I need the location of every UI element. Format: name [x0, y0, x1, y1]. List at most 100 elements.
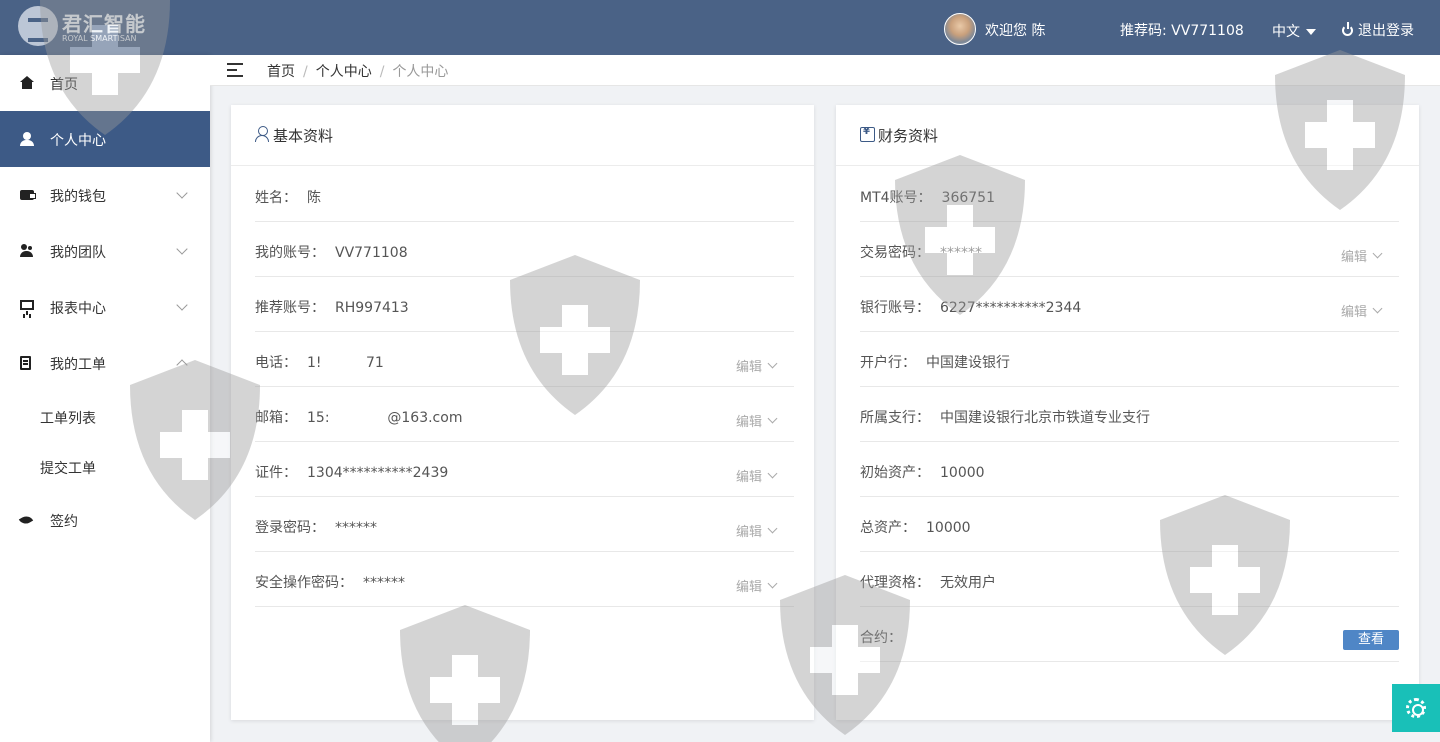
edit-label: 编辑: [735, 580, 762, 595]
sidebar-item-label: 我的工单: [50, 357, 106, 373]
caret-down-icon: [1306, 29, 1316, 35]
logo[interactable]: 君汇智能 ROYAL SMARTISAN: [18, 6, 168, 48]
card-title: 基本资料: [273, 127, 334, 145]
logo-icon: [18, 6, 58, 46]
field-label: 登录密码：: [255, 520, 325, 536]
gear-icon: [1406, 698, 1426, 718]
edit-label: 编辑: [735, 525, 762, 540]
user-icon: [20, 132, 34, 146]
edit-id-button[interactable]: 编辑: [736, 466, 778, 485]
card-header: 基本资料: [231, 105, 814, 166]
logout-button[interactable]: 退出登录: [1342, 20, 1414, 40]
sidebar-item-wallet[interactable]: 我的钱包: [0, 167, 210, 223]
field-label: 我的账号：: [255, 245, 325, 261]
chevron-down-icon: [1372, 303, 1383, 314]
logout-label: 退出登录: [1358, 23, 1414, 39]
field-label: 银行账号：: [860, 300, 930, 316]
avatar[interactable]: [944, 13, 976, 45]
finance-row-branch: 所属支行： 中国建设银行北京市铁道专业支行: [860, 387, 1399, 442]
info-row-security-password: 安全操作密码： ****** 编辑: [255, 552, 794, 607]
sidebar-item-label: 签约: [50, 514, 78, 530]
info-row-email: 邮箱： 15: @163.com 编辑: [255, 387, 794, 442]
field-label: 安全操作密码：: [255, 575, 353, 591]
logo-text: 君汇智能: [62, 12, 146, 36]
card-header: 财务资料: [836, 105, 1419, 166]
sidebar-item-label: 首页: [50, 77, 78, 93]
finance-row-agent-status: 代理资格： 无效用户: [860, 552, 1399, 607]
sidebar-item-label: 我的钱包: [50, 189, 106, 205]
sidebar-item-reports[interactable]: 报表中心: [0, 279, 210, 335]
field-label: 总资产：: [860, 520, 916, 536]
field-value: 6227**********2344: [940, 300, 1082, 316]
sidebar-subitem-ticket-list[interactable]: 工单列表: [40, 408, 96, 428]
field-label: 开户行：: [860, 355, 916, 371]
chevron-down-icon: [176, 187, 188, 199]
sidebar-subitem-submit-ticket[interactable]: 提交工单: [40, 458, 96, 478]
finance-row-mt4: MT4账号： 366751: [860, 167, 1399, 222]
edit-email-button[interactable]: 编辑: [735, 411, 778, 430]
sidebar-item-label: 我的团队: [50, 245, 106, 261]
finance-row-contract: 合约： 查看: [860, 607, 1399, 662]
edit-label: 编辑: [735, 360, 762, 375]
chevron-down-icon: [176, 299, 188, 311]
info-row-login-password: 登录密码： ****** 编辑: [255, 497, 794, 552]
field-value: 1304**********2439: [307, 465, 449, 481]
chevron-down-icon: [767, 523, 778, 534]
sidebar-item-profile[interactable]: 个人中心: [0, 111, 210, 167]
field-label: 邮箱：: [255, 410, 297, 426]
language-label: 中文: [1272, 24, 1300, 40]
finance-icon: [860, 126, 875, 142]
field-value: 10000: [940, 465, 985, 481]
breadcrumb-profile[interactable]: 个人中心: [316, 64, 372, 80]
leaf-icon: [18, 513, 34, 527]
wallet-icon: [20, 190, 36, 200]
basic-info-card: 基本资料 姓名： 陈 我的账号： VV771108 推荐账号： RH997413 电话…: [231, 105, 814, 720]
chevron-down-icon: [767, 578, 778, 589]
ticket-icon: [20, 356, 31, 370]
field-value: 15: @163.com: [307, 410, 463, 426]
field-value: VV771108: [335, 245, 408, 261]
chevron-down-icon: [767, 358, 778, 369]
finance-info-card: 财务资料 MT4账号： 366751 交易密码： ****** 编辑 银行账号： 622…: [836, 105, 1419, 720]
field-value: ******: [940, 245, 982, 261]
sidebar-item-home[interactable]: 首页: [0, 55, 210, 111]
settings-button[interactable]: [1392, 684, 1440, 732]
breadcrumb-bar: 首页 / 个人中心 / 个人中心: [210, 55, 1440, 86]
language-select[interactable]: 中文: [1272, 21, 1316, 41]
chevron-down-icon: [767, 413, 778, 424]
finance-row-bank-account: 银行账号： 6227**********2344 编辑: [860, 277, 1399, 332]
edit-bank-account-button[interactable]: 编辑: [1341, 301, 1383, 320]
field-value: RH997413: [335, 300, 409, 316]
field-value: ******: [363, 575, 405, 591]
sidebar-item-team[interactable]: 我的团队: [0, 223, 210, 279]
sidebar-item-sign[interactable]: 签约: [0, 492, 210, 548]
user-outline-icon: [255, 126, 270, 142]
edit-phone-button[interactable]: 编辑: [735, 356, 778, 375]
field-value: 10000: [926, 520, 971, 536]
chevron-down-icon: [1372, 248, 1383, 259]
edit-label: 编辑: [735, 415, 762, 430]
field-value: 中国建设银行: [926, 355, 1010, 371]
field-value: ******: [335, 520, 377, 536]
finance-row-initial-assets: 初始资产： 10000: [860, 442, 1399, 497]
power-icon: [1342, 22, 1353, 36]
breadcrumb-home[interactable]: 首页: [267, 64, 295, 80]
breadcrumb-separator: /: [303, 64, 308, 80]
field-value: 陈: [307, 190, 321, 206]
collapse-menu-icon[interactable]: [227, 63, 243, 77]
view-contract-button[interactable]: 查看: [1343, 630, 1399, 650]
edit-label: 编辑: [1340, 250, 1367, 265]
sidebar-item-tickets[interactable]: 我的工单: [0, 335, 210, 391]
field-label: 交易密码：: [860, 245, 930, 261]
sidebar: 首页 个人中心 我的钱包 我的团队 报表中心 我的工单 工单列表 提交工单 签约: [0, 55, 210, 742]
edit-login-password-button[interactable]: 编辑: [735, 521, 778, 540]
info-row-id-card: 证件： 1304**********2439 编辑: [255, 442, 794, 497]
edit-trade-password-button[interactable]: 编辑: [1340, 246, 1383, 265]
team-icon: [20, 244, 34, 258]
field-label: 初始资产：: [860, 465, 930, 481]
logo-subtext: ROYAL SMARTISAN: [62, 34, 137, 43]
finance-row-total-assets: 总资产： 10000: [860, 497, 1399, 552]
welcome-text: 欢迎您 陈: [985, 23, 1046, 39]
edit-security-password-button[interactable]: 编辑: [735, 576, 778, 595]
field-label: 电话：: [255, 355, 297, 371]
